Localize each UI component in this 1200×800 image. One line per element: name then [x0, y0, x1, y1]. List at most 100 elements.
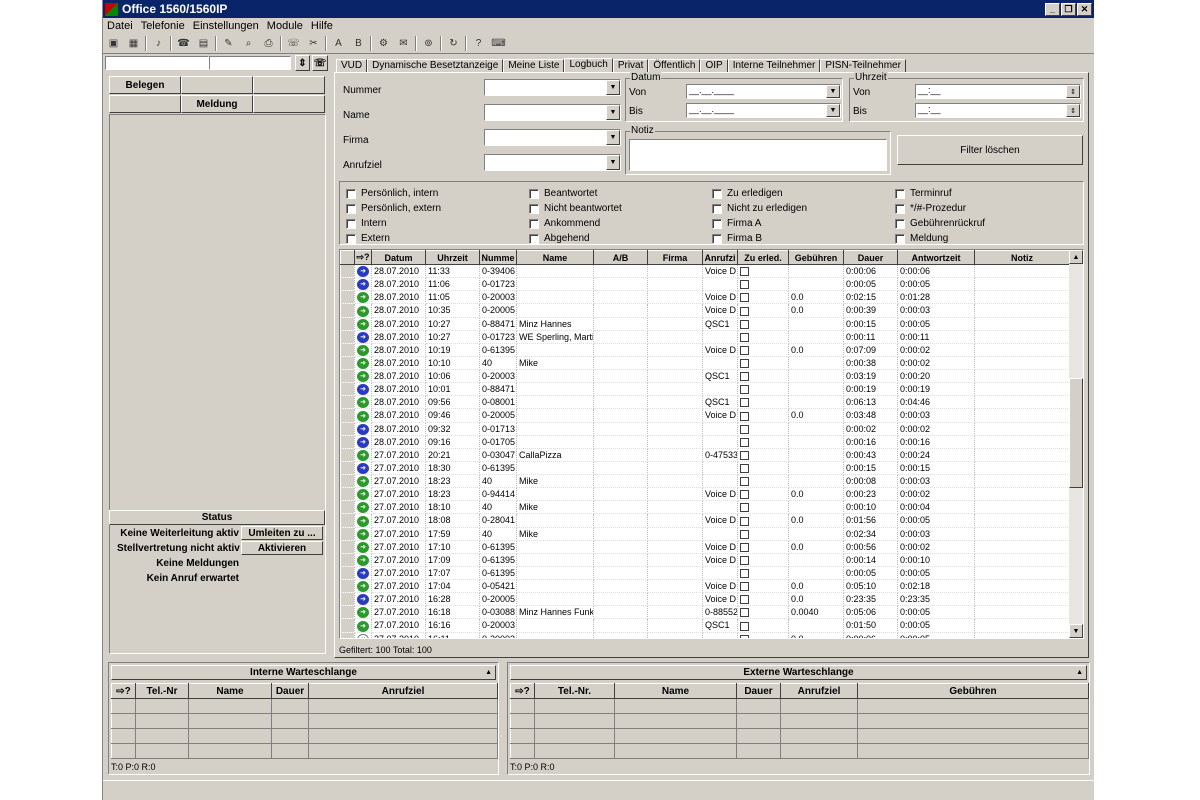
arrow-question-icon[interactable]: ⇨?: [354, 250, 372, 265]
col-antwortzeit[interactable]: Antwortzeit: [897, 250, 975, 265]
name-combo[interactable]: ▼: [484, 104, 621, 121]
queue-row[interactable]: [510, 713, 1089, 729]
table-row[interactable]: ➜ 28.07.2010 10:10 40 Mike 0:00:38 0:00:02: [340, 356, 1070, 371]
datum-von-field[interactable]: __.__.____ ▼: [686, 84, 841, 99]
zu-erledigen-checkbox[interactable]: [740, 306, 749, 316]
chevron-down-icon[interactable]: ▼: [826, 104, 840, 117]
zu-erledigen-checkbox[interactable]: [740, 385, 749, 395]
extern-col-gebuehren[interactable]: Gebühren: [857, 683, 1089, 699]
settings-icon[interactable]: ⚙: [375, 36, 392, 51]
table-row[interactable]: ➜ 27.07.2010 18:08 0-28041 Voice D 0.0 0:01:56…: [340, 513, 1070, 528]
checkbox[interactable]: [529, 218, 539, 229]
intern-col-telnr[interactable]: Tel.-Nr: [135, 683, 189, 699]
print-icon[interactable]: ⎙: [260, 36, 277, 51]
uhrzeit-bis-field[interactable]: __:__ ⇕: [915, 103, 1081, 118]
tab-meine-liste[interactable]: Meine Liste: [503, 59, 565, 73]
chevron-down-icon[interactable]: ▼: [606, 105, 620, 120]
keyboard-icon[interactable]: ⌨: [490, 36, 507, 51]
table-row[interactable]: ➜ 28.07.2010 09:16 0-01705 0:00:16 0:00:16: [340, 435, 1070, 449]
zu-erledigen-checkbox[interactable]: [740, 621, 749, 631]
table-row[interactable]: ➜ 28.07.2010 10:01 0-88471 0:00:19 0:00:19: [340, 382, 1070, 397]
menu-telefonie[interactable]: Telefonie: [141, 20, 185, 32]
tab-logbuch[interactable]: Logbuch: [564, 58, 613, 73]
checkbox[interactable]: [895, 233, 905, 244]
zu-erledigen-checkbox[interactable]: [740, 345, 749, 355]
scroll-up-icon[interactable]: ▲: [1069, 250, 1083, 264]
checkbox[interactable]: [529, 233, 539, 244]
key-3[interactable]: [253, 76, 325, 94]
col-notiz[interactable]: Notiz: [974, 250, 1070, 265]
uhrzeit-von-field[interactable]: __:__ ⇕: [915, 84, 1081, 99]
speaker-icon[interactable]: ♪: [150, 36, 167, 51]
table-row[interactable]: ➜ 28.07.2010 10:27 0-01723 WE Sperling, Mart…: [340, 330, 1070, 344]
extern-col-name[interactable]: Name: [614, 683, 737, 699]
tab-oip[interactable]: OIP: [700, 59, 728, 73]
tab-pisn-teilnehmer[interactable]: PISN-Teilnehmer: [820, 59, 906, 73]
queue-row[interactable]: [111, 698, 498, 714]
col-name[interactable]: Name: [516, 250, 594, 265]
zu-erledigen-checkbox[interactable]: [740, 634, 749, 638]
queue-row[interactable]: [510, 698, 1089, 714]
zu-erledigen-checkbox[interactable]: [740, 437, 749, 447]
col-nummer[interactable]: Numme: [479, 250, 517, 265]
table-row[interactable]: ➜ 27.07.2010 18:23 40 Mike 0:00:08 0:00:03: [340, 474, 1070, 489]
extern-col-dauer[interactable]: Dauer: [736, 683, 781, 699]
close-icon[interactable]: ✕: [1077, 2, 1092, 16]
col-datum[interactable]: Datum: [371, 250, 426, 265]
minimize-icon[interactable]: _: [1045, 2, 1060, 16]
zu-erledigen-checkbox[interactable]: [740, 293, 749, 303]
zu-erledigen-checkbox[interactable]: [740, 359, 749, 369]
col-dauer[interactable]: Dauer: [843, 250, 898, 265]
grid-icon[interactable]: ▦: [125, 36, 142, 51]
checkbox[interactable]: [895, 203, 905, 214]
checkbox[interactable]: [346, 203, 356, 214]
preview-icon[interactable]: ⌕: [240, 36, 257, 51]
collapse-icon[interactable]: ▲: [1076, 666, 1083, 679]
notiz-input[interactable]: [629, 139, 887, 171]
mail-icon[interactable]: ✉: [395, 36, 412, 51]
tab-interne-teilnehmer[interactable]: Interne Teilnehmer: [727, 59, 821, 73]
table-row[interactable]: ➜ 28.07.2010 10:19 0-61395 Voice D 0.0 0:07:09…: [340, 343, 1070, 357]
table-row[interactable]: ➜ 27.07.2010 18:10 40 Mike 0:00:10 0:00:04: [340, 500, 1070, 515]
table-row[interactable]: ➜ 27.07.2010 17:10 0-61395 Voice D 0.0 0:00:56…: [340, 540, 1070, 554]
menu-einstellungen[interactable]: Einstellungen: [193, 20, 259, 32]
col-anrufziel[interactable]: Anrufzi: [702, 250, 738, 265]
table-row[interactable]: ➜ 28.07.2010 09:46 0-20005 Voice D 0.0 0:03:48…: [340, 408, 1070, 423]
extern-col-anrufziel[interactable]: Anrufziel: [780, 683, 858, 699]
zu-erledigen-checkbox[interactable]: [740, 372, 749, 382]
table-row[interactable]: ➜ 27.07.2010 17:07 0-61395 0:00:05 0:00:05: [340, 566, 1070, 581]
table-row[interactable]: ➜ 28.07.2010 11:05 0-20003 Voice D 0.0 0:02:15…: [340, 290, 1070, 305]
checkbox[interactable]: [712, 203, 722, 214]
zu-erledigen-checkbox[interactable]: [740, 411, 749, 421]
meldung-button[interactable]: Meldung: [181, 95, 253, 113]
window-icon[interactable]: ▣: [105, 36, 122, 51]
edit-icon[interactable]: ✎: [220, 36, 237, 51]
zu-erledigen-checkbox[interactable]: [740, 595, 749, 605]
belegen-button[interactable]: Belegen: [109, 76, 181, 94]
zu-erledigen-checkbox[interactable]: [740, 490, 749, 500]
phone-icon[interactable]: ☎: [175, 36, 192, 51]
table-row[interactable]: ➜ 28.07.2010 10:35 0-20005 Voice D 0.0 0:00:39…: [340, 303, 1070, 318]
checkbox[interactable]: [529, 203, 539, 214]
queue-row[interactable]: [510, 728, 1089, 744]
scroll-thumb[interactable]: [1069, 378, 1083, 488]
tab-besetztanzeige[interactable]: Dynamische Besetztanzeige: [367, 59, 504, 73]
spin-icon[interactable]: ⇕: [1066, 85, 1080, 98]
table-row[interactable]: ➜ 27.07.2010 20:21 0-03047 CallaPizza 0-47533…: [340, 448, 1070, 462]
extern-col-telnr[interactable]: Tel.-Nr.: [534, 683, 615, 699]
col-firma[interactable]: Firma: [647, 250, 703, 265]
table-row[interactable]: ➜ 28.07.2010 10:06 0-20003 QSC1 0:03:19 0:00:2…: [340, 369, 1070, 384]
nummer-combo[interactable]: ▼: [484, 79, 621, 96]
zu-erledigen-checkbox[interactable]: [740, 477, 749, 487]
checkbox[interactable]: [712, 188, 722, 199]
dial-input[interactable]: [105, 56, 209, 70]
queue-row[interactable]: [111, 713, 498, 729]
table-row[interactable]: ➜ 27.07.2010 16:18 0-03088 Minz Hannes Funk 0…: [340, 605, 1070, 620]
zu-erledigen-checkbox[interactable]: [740, 542, 749, 552]
dial-input-2[interactable]: [209, 56, 291, 70]
key-4[interactable]: [109, 95, 181, 113]
umleiten-button[interactable]: Umleiten zu ...: [241, 526, 323, 540]
scroll-down-icon[interactable]: ▼: [1069, 624, 1083, 638]
tab-vud[interactable]: VUD: [336, 59, 368, 73]
zu-erledigen-checkbox[interactable]: [740, 529, 749, 539]
